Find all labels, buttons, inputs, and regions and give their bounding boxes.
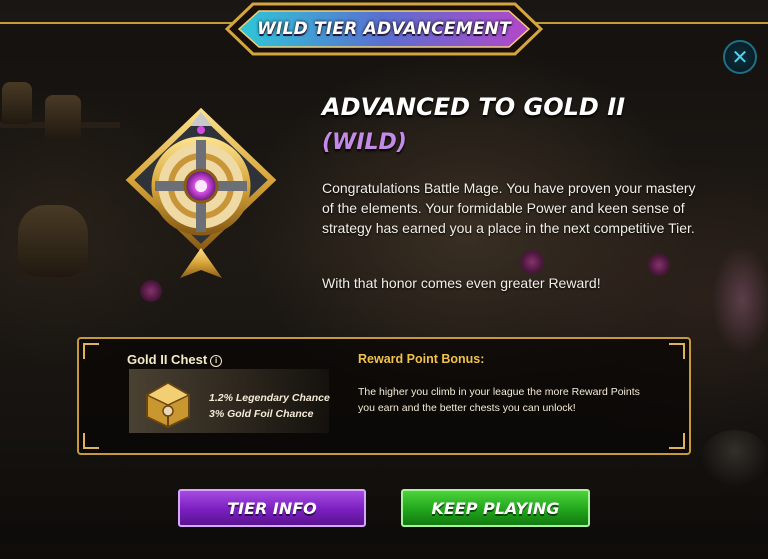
chest-title-label: Gold II Chest (127, 352, 208, 367)
frame-corner (83, 343, 99, 359)
gold-chest-icon (145, 381, 191, 429)
chest-title: Gold II Chest i (127, 352, 223, 367)
format-subtitle: (WILD) (322, 130, 407, 155)
tier-info-button[interactable]: TIER INFO (178, 489, 366, 527)
frame-corner (669, 343, 685, 359)
congratulations-text: Congratulations Battle Mage. You have pr… (322, 180, 696, 236)
banner-title: WILD TIER ADVANCEMENT (257, 19, 511, 39)
info-icon[interactable]: i (210, 355, 223, 367)
keep-playing-button[interactable]: KEEP PLAYING (401, 489, 590, 527)
close-icon: ✕ (731, 45, 749, 69)
close-button[interactable]: ✕ (723, 40, 757, 74)
reward-box: Gold II Chest i 1.2% Legendary Chance 3% … (77, 337, 691, 455)
legendary-chance: 1.2% Legendary Chance (209, 392, 330, 404)
title-banner: WILD TIER ADVANCEMENT (225, 2, 543, 56)
bonus-description: The higher you climb in your league the … (358, 386, 640, 414)
reward-teaser-text: With that honor comes even greater Rewar… (322, 275, 601, 291)
gold-foil-chance: 3% Gold Foil Chance (209, 408, 314, 420)
frame-corner (83, 433, 99, 449)
gold-tier-emblem-icon (125, 108, 277, 278)
bonus-title: Reward Point Bonus: (358, 352, 485, 366)
page-title: ADVANCED TO GOLD II (322, 93, 626, 121)
frame-corner (669, 433, 685, 449)
